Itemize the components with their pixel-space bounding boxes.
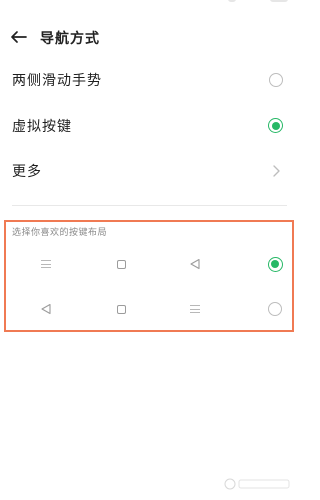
header: 导航方式 xyxy=(0,22,299,54)
back-triangle-icon xyxy=(36,299,56,319)
status-indicator xyxy=(270,0,288,2)
layout-option-1[interactable] xyxy=(0,250,299,280)
option-swipe-gesture[interactable]: 两侧滑动手势 xyxy=(0,60,299,100)
radio-button[interactable] xyxy=(268,72,284,88)
radio-button-selected[interactable] xyxy=(265,254,285,274)
option-label: 两侧滑动手势 xyxy=(12,73,102,89)
home-square-icon xyxy=(111,254,131,274)
radio-button[interactable] xyxy=(265,299,285,319)
back-triangle-icon xyxy=(185,254,205,274)
option-more[interactable]: 更多 xyxy=(0,151,299,191)
option-label: 虚拟按键 xyxy=(12,119,72,135)
layout-option-2[interactable] xyxy=(0,295,299,325)
section-title: 选择你喜欢的按键布局 xyxy=(12,228,108,238)
menu-icon xyxy=(36,254,56,274)
option-virtual-keys[interactable]: 虚拟按键 xyxy=(0,106,299,146)
menu-icon xyxy=(185,299,205,319)
divider xyxy=(12,205,287,206)
option-label: 更多 xyxy=(12,164,42,180)
home-square-icon xyxy=(111,299,131,319)
status-indicator xyxy=(228,0,236,2)
chevron-right-icon[interactable] xyxy=(268,163,284,179)
watermark xyxy=(223,477,293,494)
page-title: 导航方式 xyxy=(40,31,100,47)
status-bar xyxy=(0,0,299,8)
arrow-left-icon[interactable] xyxy=(8,26,30,48)
radio-button-selected[interactable] xyxy=(268,118,284,134)
